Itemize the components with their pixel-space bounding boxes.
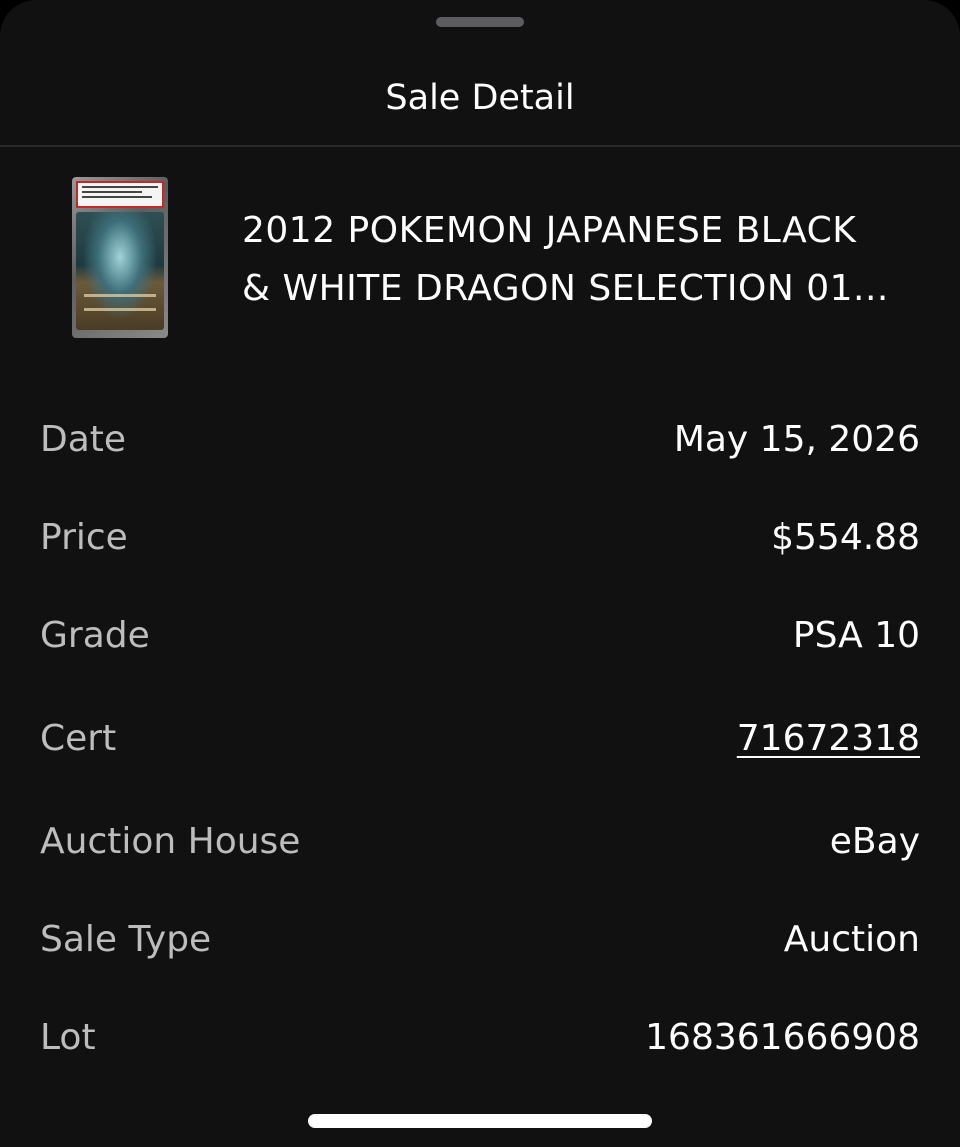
sale-type-label: Sale Type [40, 918, 212, 960]
item-title-line-2: & WHITE DRAGON SELECTION 01... [242, 268, 889, 309]
lot-label: Lot [40, 1016, 96, 1058]
card-thumbnail[interactable] [72, 177, 168, 338]
item-title-line-1: 2012 POKEMON JAPANESE BLACK [242, 210, 857, 251]
grade-value: PSA 10 [792, 614, 920, 656]
cert-label: Cert [40, 717, 117, 759]
item-title: 2012 POKEMON JAPANESE BLACK & WHITE DRAG… [242, 202, 932, 318]
detail-list: Date May 15, 2026 Price $554.88 Grade PS… [40, 390, 920, 1086]
page-title: Sale Detail [385, 78, 575, 118]
slab-label [76, 181, 164, 208]
detail-row-price: Price $554.88 [40, 488, 920, 586]
auction-house-value: eBay [829, 820, 920, 862]
detail-row-cert: Cert 71672318 [40, 684, 920, 792]
detail-row-grade: Grade PSA 10 [40, 586, 920, 684]
sale-type-value: Auction [783, 918, 920, 960]
home-indicator[interactable] [308, 1114, 652, 1128]
detail-row-date: Date May 15, 2026 [40, 390, 920, 488]
price-value: $554.88 [771, 516, 920, 558]
date-value: May 15, 2026 [673, 418, 920, 460]
header-divider [0, 145, 960, 147]
cert-link[interactable]: 71672318 [737, 718, 920, 759]
date-label: Date [40, 418, 127, 460]
auction-house-label: Auction House [40, 820, 301, 862]
price-label: Price [40, 516, 128, 558]
detail-row-lot: Lot 168361666908 [40, 988, 920, 1086]
sale-detail-sheet: Sale Detail 2012 POKEMON JAPANESE BLACK … [0, 0, 960, 1147]
lot-value: 168361666908 [645, 1016, 920, 1058]
detail-row-sale-type: Sale Type Auction [40, 890, 920, 988]
grade-label: Grade [40, 614, 150, 656]
detail-row-auction-house: Auction House eBay [40, 792, 920, 890]
card-art [76, 212, 164, 330]
sheet-grabber-handle[interactable] [436, 17, 524, 27]
